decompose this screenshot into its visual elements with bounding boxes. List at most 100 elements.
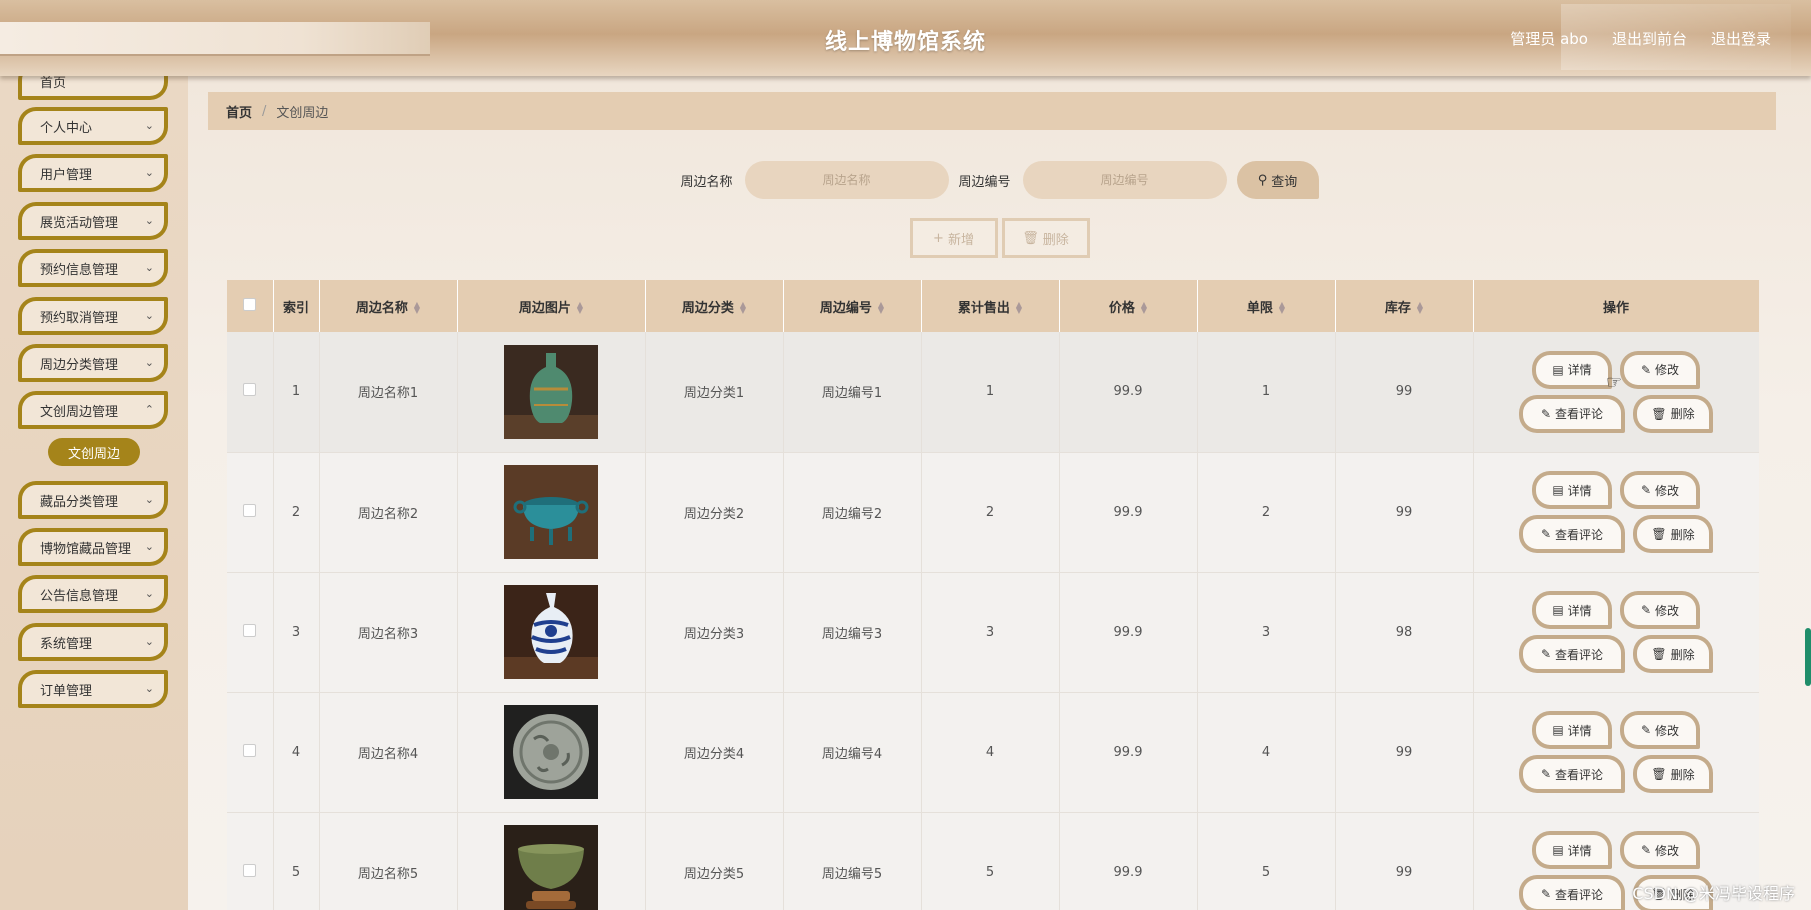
sidebar-item-orders[interactable]: 订单管理 ⌄ <box>18 670 168 708</box>
row-checkbox[interactable] <box>243 743 257 757</box>
column-header-label: 单限 <box>1246 300 1273 316</box>
column-header-price[interactable]: 价格 ▲ ▼ <box>1059 280 1198 332</box>
detail-button[interactable]: ▤ 详情 <box>1532 591 1612 629</box>
cell-code: 周边编号4 <box>783 692 922 813</box>
document-icon: ▤ <box>1552 723 1564 737</box>
page-scrollbar[interactable] <box>1805 628 1811 686</box>
trash-icon: 🗑 <box>1022 230 1039 246</box>
detail-button-label: 详情 <box>1567 723 1592 738</box>
cell-code: 周边编号1 <box>783 332 922 453</box>
sidebar-item-merch-category[interactable]: 周边分类管理 ⌄ <box>18 344 168 382</box>
delete-button-label: 删除 <box>1670 767 1695 782</box>
view-comments-button[interactable]: ✎ 查看评论 <box>1519 755 1625 793</box>
document-icon: ▤ <box>1552 843 1564 857</box>
sidebar-item-collection[interactable]: 博物馆藏品管理 ⌄ <box>18 528 168 566</box>
sidebar-item-merch-management[interactable]: 文创周边管理 ⌃ <box>18 391 168 429</box>
sidebar-item-exhibition[interactable]: 展览活动管理 ⌄ <box>18 202 168 240</box>
exit-to-frontend-link[interactable]: 退出到前台 <box>1612 28 1687 49</box>
merch-thumbnail[interactable] <box>504 465 598 559</box>
table-row: 2 周边名称2 周边分类2 周边编号2 2 99.9 2 99 ▤ 详情 ✎ 修改 ✎ 查看评论 🗑 删除 <box>227 452 1759 573</box>
chevron-down-icon: ⌄ <box>144 214 154 227</box>
detail-button[interactable]: ▤ 详情 <box>1532 350 1612 389</box>
row-checkbox[interactable] <box>243 623 257 637</box>
query-button-label: 查询 <box>1271 174 1298 190</box>
column-header-label: 周边编号 <box>819 300 872 316</box>
sidebar-item-system[interactable]: 系统管理 ⌄ <box>18 623 168 661</box>
sort-icon[interactable]: ▲ ▼ <box>1417 301 1423 315</box>
sidebar-item-label: 订单管理 <box>40 683 93 699</box>
edit-button[interactable]: ✎ 修改 <box>1620 591 1700 629</box>
column-header-limit[interactable]: 单限 ▲ ▼ <box>1197 280 1336 332</box>
edit-button[interactable]: ✎ 修改 <box>1620 471 1700 509</box>
row-checkbox[interactable] <box>243 863 257 877</box>
delete-button[interactable]: 🗑 删除 <box>1633 394 1713 433</box>
edit-button[interactable]: ✎ 修改 <box>1620 350 1700 389</box>
column-header-label: 周边图片 <box>518 300 571 316</box>
column-header-name[interactable]: 周边名称 ▲ ▼ <box>319 280 458 332</box>
merch-name-input[interactable] <box>744 161 949 199</box>
cell-index: 4 <box>273 692 320 813</box>
row-checkbox[interactable] <box>243 383 257 397</box>
cell-image <box>457 692 646 813</box>
view-comments-button[interactable]: ✎ 查看评论 <box>1519 394 1625 433</box>
cell-name: 周边名称2 <box>319 452 458 573</box>
detail-button-label: 详情 <box>1567 603 1592 618</box>
chevron-up-icon: ⌃ <box>144 403 154 416</box>
batch-delete-button[interactable]: 🗑 删除 <box>1001 218 1090 258</box>
cell-category: 周边分类5 <box>645 812 784 910</box>
sort-icon[interactable]: ▲ ▼ <box>1141 301 1147 315</box>
detail-button-label: 详情 <box>1567 483 1592 498</box>
select-all-checkbox[interactable] <box>243 297 257 311</box>
add-button[interactable]: + 新增 <box>909 218 998 258</box>
pencil-icon: ✎ <box>1640 723 1652 737</box>
sidebar-item-collection-category[interactable]: 藏品分类管理 ⌄ <box>18 481 168 519</box>
cell-sold: 2 <box>921 452 1060 573</box>
delete-button[interactable]: 🗑 删除 <box>1633 515 1713 553</box>
column-header-code[interactable]: 周边编号 ▲ ▼ <box>783 280 922 332</box>
query-button[interactable]: ⚲ 查询 <box>1236 161 1319 199</box>
breadcrumb-home[interactable]: 首页 <box>226 102 252 121</box>
trash-icon: 🗑 <box>1651 647 1667 661</box>
delete-button[interactable]: 🗑 删除 <box>1633 755 1713 793</box>
column-header-stock[interactable]: 库存 ▲ ▼ <box>1335 280 1474 332</box>
column-header-category[interactable]: 周边分类 ▲ ▼ <box>645 280 784 332</box>
sidebar-item-announcement[interactable]: 公告信息管理 ⌄ <box>18 575 168 613</box>
cell-stock: 98 <box>1335 572 1474 693</box>
edit-button[interactable]: ✎ 修改 <box>1620 831 1700 869</box>
sort-icon[interactable]: ▲ ▼ <box>1279 301 1285 315</box>
table-row: 1 周边名称1 周边分类1 周边编号1 1 99.9 1 99 ▤ 详情 ✎ 修改 ✎ 查看评论 🗑 删除 <box>227 332 1759 453</box>
detail-button[interactable]: ▤ 详情 <box>1532 471 1612 509</box>
edit-button[interactable]: ✎ 修改 <box>1620 711 1700 749</box>
cell-price: 99.9 <box>1059 812 1198 910</box>
view-comments-button[interactable]: ✎ 查看评论 <box>1519 875 1625 910</box>
detail-button[interactable]: ▤ 详情 <box>1532 711 1612 749</box>
sort-icon[interactable]: ▲ ▼ <box>878 301 884 315</box>
cell-image <box>457 812 646 910</box>
merch-thumbnail[interactable] <box>504 825 598 910</box>
sort-icon[interactable]: ▲ ▼ <box>577 301 583 315</box>
sidebar-item-user-management[interactable]: 用户管理 ⌄ <box>18 154 168 192</box>
merch-thumbnail[interactable] <box>504 585 598 679</box>
merch-code-input[interactable] <box>1022 161 1227 199</box>
sidebar-item-reservation[interactable]: 预约信息管理 ⌄ <box>18 249 168 287</box>
cell-name: 周边名称4 <box>319 692 458 813</box>
view-comments-button[interactable]: ✎ 查看评论 <box>1519 635 1625 673</box>
merch-thumbnail[interactable] <box>504 705 598 799</box>
sidebar-item-personal-center[interactable]: 个人中心 ⌄ <box>18 107 168 145</box>
row-checkbox[interactable] <box>243 503 257 517</box>
logout-link[interactable]: 退出登录 <box>1711 28 1771 49</box>
sidebar-subitem-merch[interactable]: 文创周边 <box>48 438 140 466</box>
merch-thumbnail[interactable] <box>504 344 598 439</box>
column-header-sold[interactable]: 累计售出 ▲ ▼ <box>921 280 1060 332</box>
sidebar-item-reservation-cancel[interactable]: 预约取消管理 ⌄ <box>18 297 168 335</box>
sort-icon[interactable]: ▲ ▼ <box>1016 301 1022 315</box>
sort-icon[interactable]: ▲ ▼ <box>740 301 746 315</box>
view-comments-button[interactable]: ✎ 查看评论 <box>1519 515 1625 553</box>
admin-user-link[interactable]: 管理员 abo <box>1510 28 1588 49</box>
detail-button[interactable]: ▤ 详情 <box>1532 831 1612 869</box>
column-header-image[interactable]: 周边图片 ▲ ▼ <box>457 280 646 332</box>
sort-icon[interactable]: ▲ ▼ <box>414 301 420 315</box>
delete-button[interactable]: 🗑 删除 <box>1633 635 1713 673</box>
delete-button-label: 删除 <box>1670 407 1695 422</box>
cell-category: 周边分类1 <box>645 332 784 453</box>
